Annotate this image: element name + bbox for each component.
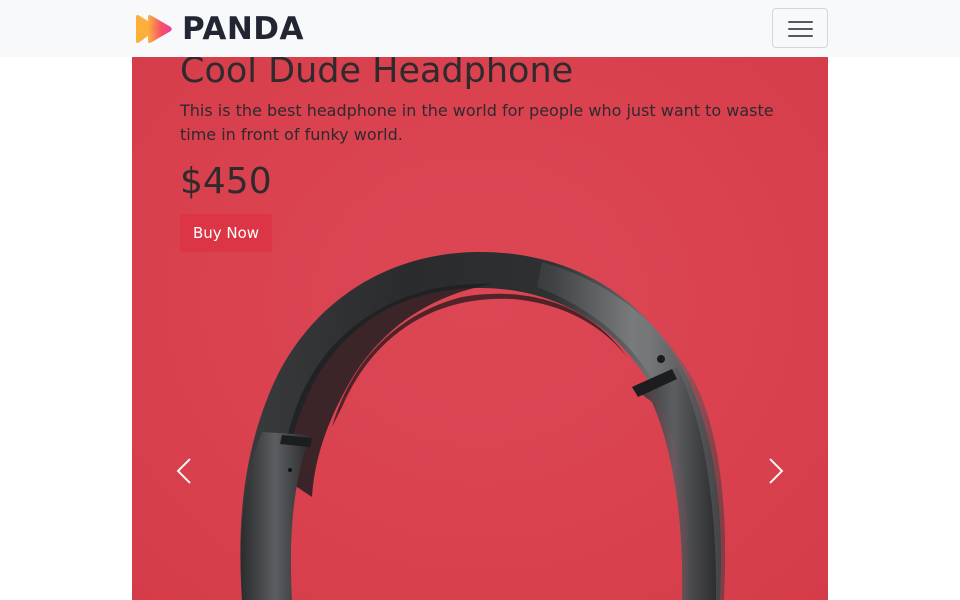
carousel-next-button[interactable]	[756, 449, 796, 493]
brand-link[interactable]: PANDA	[132, 10, 304, 48]
slide-description: This is the best headphone in the world …	[180, 101, 774, 144]
buy-now-button[interactable]: Buy Now	[180, 214, 272, 252]
chevron-left-icon	[176, 458, 191, 484]
navbar-toggle-button[interactable]	[772, 8, 828, 48]
navbar: PANDA	[0, 0, 960, 57]
slide-title: Cool Dude Headphone	[180, 57, 574, 91]
carousel-prev-button[interactable]	[164, 449, 204, 493]
brand-name: PANDA	[182, 11, 305, 47]
play-logo-icon	[136, 15, 172, 43]
slide-price: $450	[180, 161, 272, 202]
chevron-right-icon	[769, 458, 784, 484]
hero-carousel: Cool Dude Headphone This is the best hea…	[132, 57, 828, 600]
